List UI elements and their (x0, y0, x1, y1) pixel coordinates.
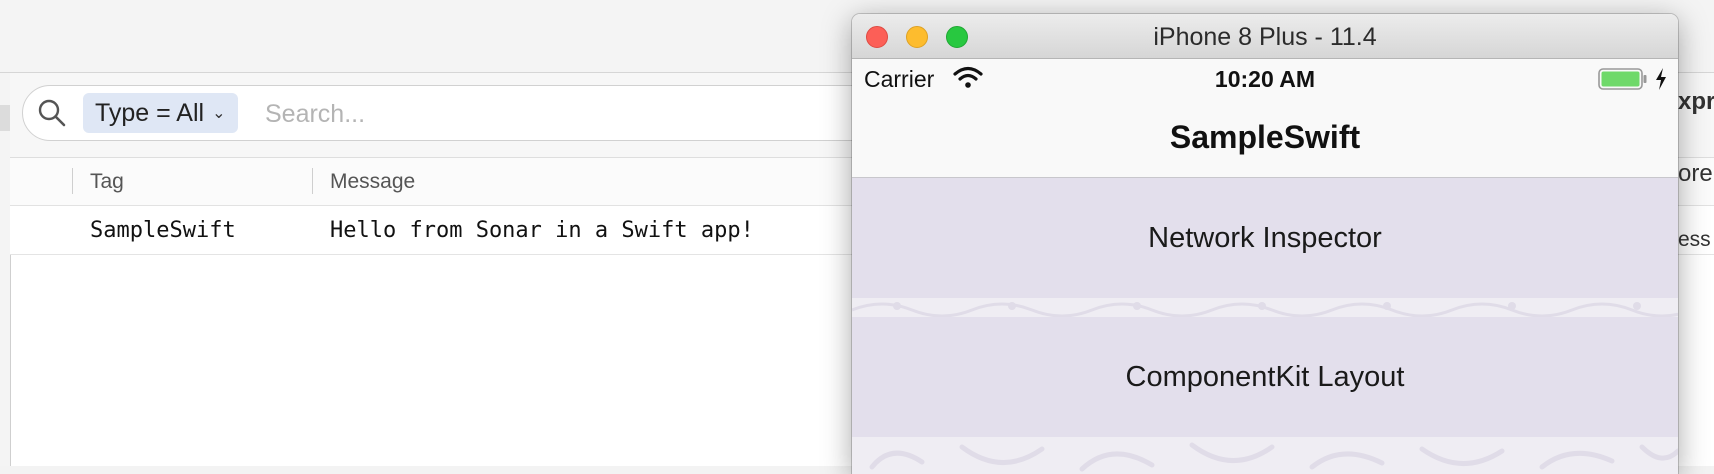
button-label: ComponentKit Layout (1125, 360, 1405, 393)
search-icon (38, 99, 66, 127)
column-header-tag[interactable]: Tag (90, 170, 124, 194)
decorative-pattern-icon (869, 442, 1678, 472)
clipped-text: ore (1678, 160, 1713, 187)
ios-navigation-bar: SampleSwift (852, 99, 1678, 178)
sidebar-selected-item[interactable] (0, 105, 10, 131)
sidebar-gutter (0, 73, 10, 466)
clipped-text: ess (1678, 228, 1711, 251)
background-pattern (852, 437, 1678, 474)
column-resize-handle[interactable] (312, 168, 313, 194)
ios-status-bar: Carrier 10:20 AM (852, 59, 1678, 99)
row-tag: SampleSwift (90, 218, 236, 243)
status-time: 10:20 AM (1214, 66, 1316, 92)
window-title: iPhone 8 Plus - 11.4 (1153, 23, 1377, 51)
window-titlebar[interactable]: iPhone 8 Plus - 11.4 (852, 14, 1678, 59)
search-input[interactable] (263, 94, 867, 134)
phone-screen: Carrier 10:20 AM SampleSwift Network Ins… (852, 59, 1678, 474)
row-message: Hello from Sonar in a Swift app! (330, 218, 754, 243)
chevron-down-icon: ⌄ (212, 105, 226, 122)
background-pattern (852, 298, 1678, 317)
button-label: Network Inspector (1148, 221, 1382, 254)
clipped-text: xpr (1678, 88, 1714, 115)
type-filter-label: Type = All (95, 98, 205, 127)
network-inspector-button[interactable]: Network Inspector (852, 178, 1678, 298)
column-resize-handle[interactable] (72, 168, 73, 194)
simulator-window: iPhone 8 Plus - 11.4 Carrier 10:20 AM Sa… (852, 14, 1678, 474)
charging-bolt-icon (1656, 68, 1666, 90)
column-header-message[interactable]: Message (330, 170, 415, 194)
search-box[interactable]: Type = All ⌄ (22, 85, 924, 141)
battery-icon (1598, 68, 1647, 90)
nav-title: SampleSwift (1169, 119, 1361, 155)
componentkit-layout-button[interactable]: ComponentKit Layout (852, 317, 1678, 437)
type-filter-token[interactable]: Type = All ⌄ (83, 93, 238, 133)
decorative-pattern-icon (852, 302, 1678, 317)
